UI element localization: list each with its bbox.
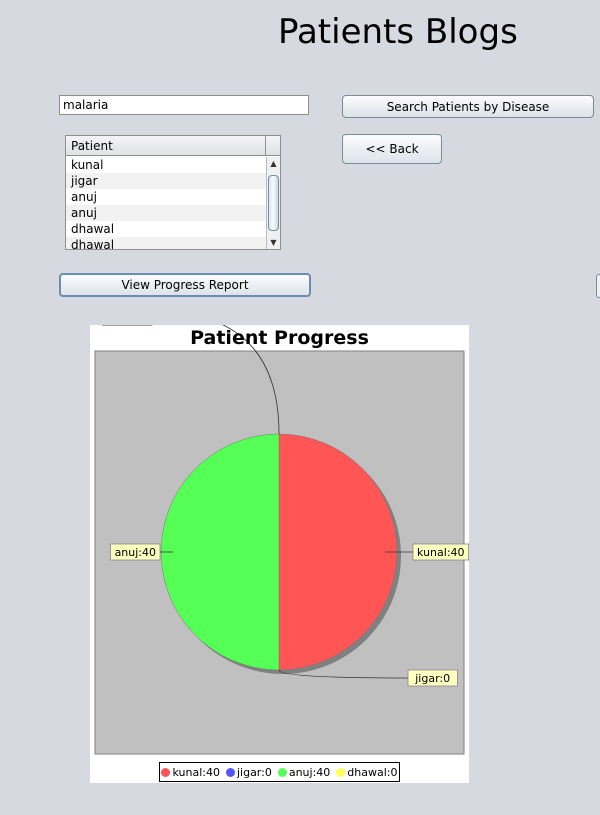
pie-chart-panel: kunal:40 jigar:0 anuj:40 dhawal:0 Patient P…: [90, 325, 469, 783]
list-item[interactable]: jigar: [66, 173, 266, 189]
page-title: Patients Blogs: [278, 12, 518, 52]
list-scrollbar[interactable]: ▲ ▼: [266, 157, 280, 249]
label-box-dhawal: [102, 325, 153, 326]
search-patients-button[interactable]: Search Patients by Disease: [342, 95, 594, 118]
legend-label-kunal: kunal:40: [172, 765, 220, 779]
patient-column-label: Patient: [71, 138, 113, 153]
legend-swatch-kunal: [161, 767, 171, 777]
list-item[interactable]: dhawal: [66, 237, 266, 249]
back-button[interactable]: << Back: [342, 134, 442, 164]
view-progress-report-button[interactable]: View Progress Report: [59, 273, 311, 297]
header-corner: [265, 136, 280, 155]
legend-item-kunal: kunal:40: [161, 765, 220, 779]
slice-label-anuj: anuj:40: [115, 546, 156, 559]
legend-item-jigar: jigar:0: [225, 765, 272, 779]
patient-list-header[interactable]: Patient: [66, 136, 280, 156]
legend-swatch-anuj: [277, 767, 287, 777]
list-item[interactable]: dhawal: [66, 221, 266, 237]
legend-item-dhawal: dhawal:0: [336, 765, 398, 779]
scroll-thumb[interactable]: [268, 175, 279, 231]
legend-label-jigar: jigar:0: [236, 765, 272, 779]
disease-search-input[interactable]: [59, 95, 309, 115]
slice-label-kunal: kunal:40: [417, 546, 464, 559]
chart-legend: kunal:40 jigar:0 anuj:40 dhawal:0: [159, 762, 400, 782]
legend-swatch-jigar: [225, 767, 235, 777]
offscreen-button[interactable]: [596, 274, 600, 298]
chart-title: Patient Progress: [190, 327, 369, 349]
patient-list[interactable]: Patient kunal jigar anuj anuj dhawal dha…: [65, 135, 281, 250]
scroll-up-arrow-icon[interactable]: ▲: [267, 157, 280, 170]
scroll-down-arrow-icon[interactable]: ▼: [267, 236, 280, 249]
pie-chart: kunal:40jigar:0anuj:40dhawal:0: [94, 325, 469, 755]
list-item[interactable]: anuj: [66, 189, 266, 205]
legend-item-anuj: anuj:40: [277, 765, 331, 779]
patient-list-rows: kunal jigar anuj anuj dhawal dhawal: [66, 157, 266, 249]
legend-swatch-dhawal: [336, 767, 346, 777]
list-item[interactable]: kunal: [66, 157, 266, 173]
list-item[interactable]: anuj: [66, 205, 266, 221]
slice-label-jigar: jigar:0: [414, 672, 450, 685]
legend-label-dhawal: dhawal:0: [347, 765, 398, 779]
legend-label-anuj: anuj:40: [288, 765, 331, 779]
